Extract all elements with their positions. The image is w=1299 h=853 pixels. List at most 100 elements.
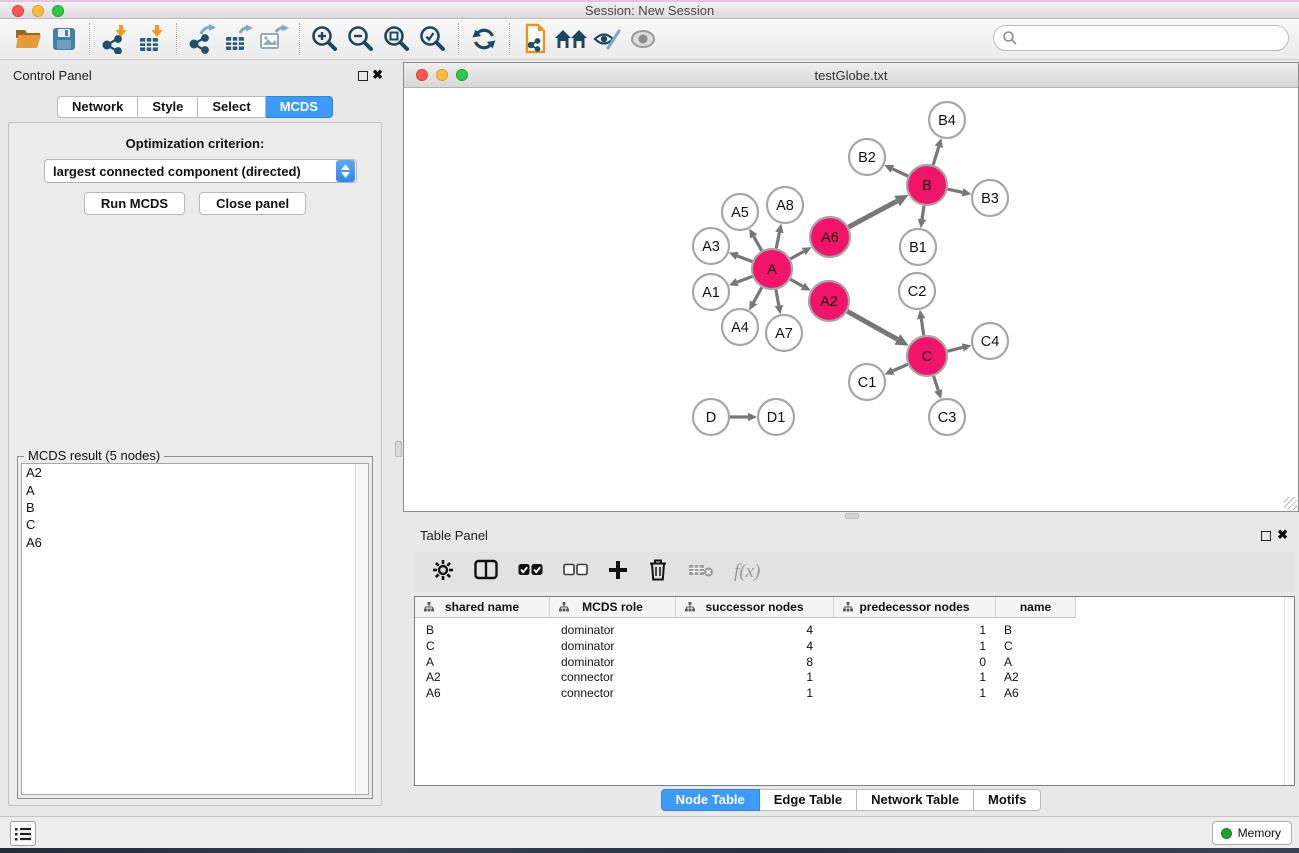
- tab-network[interactable]: Network: [57, 96, 138, 118]
- zoom-out-icon[interactable]: [343, 21, 379, 57]
- table-row[interactable]: Cdominator41C: [415, 639, 1283, 655]
- search-input[interactable]: [1018, 31, 1268, 46]
- mcds-result-item[interactable]: A: [22, 481, 368, 498]
- edge-A-A7[interactable]: [776, 290, 779, 306]
- delete-column-icon[interactable]: [648, 559, 668, 586]
- mcds-result-item[interactable]: C: [22, 516, 368, 533]
- mcds-result-item[interactable]: B: [22, 499, 368, 516]
- show-graphics-details-icon[interactable]: [625, 21, 661, 57]
- deselect-all-icon[interactable]: [563, 563, 588, 581]
- cell-name[interactable]: A: [996, 655, 1076, 671]
- zoom-selected-icon[interactable]: [415, 21, 451, 57]
- column-header-predecessor-nodes[interactable]: predecessor nodes: [834, 597, 996, 617]
- new-network-document-icon[interactable]: [517, 21, 553, 57]
- cell-name[interactable]: A2: [996, 670, 1076, 686]
- cell-successor-nodes[interactable]: 4: [676, 623, 834, 639]
- column-header-successor-nodes[interactable]: successor nodes: [676, 597, 834, 617]
- cell-predecessor-nodes[interactable]: 1: [834, 686, 996, 702]
- open-session-icon[interactable]: [10, 21, 46, 57]
- horizontal-divider-handle[interactable]: [845, 513, 859, 519]
- cell-shared-name[interactable]: A: [415, 655, 550, 671]
- criterion-select[interactable]: largest connected component (directed): [44, 159, 357, 183]
- edge-C-C2[interactable]: [921, 319, 924, 336]
- zoom-in-icon[interactable]: [307, 21, 343, 57]
- cell-name[interactable]: A6: [996, 686, 1076, 702]
- cell-successor-nodes[interactable]: 4: [676, 639, 834, 655]
- search-field[interactable]: [993, 25, 1289, 51]
- add-column-icon[interactable]: [608, 560, 628, 585]
- column-header-name[interactable]: name: [996, 597, 1076, 617]
- table-tab-network-table[interactable]: Network Table: [857, 789, 974, 811]
- edge-A-A1[interactable]: [737, 276, 752, 282]
- function-builder-icon[interactable]: f(x): [734, 561, 760, 583]
- edge-A2-C[interactable]: [847, 311, 897, 339]
- resize-grip-icon[interactable]: [1284, 497, 1297, 510]
- settings-gear-icon[interactable]: [432, 559, 454, 586]
- hide-graphics-details-icon[interactable]: [589, 21, 625, 57]
- close-panel-icon[interactable]: ✖: [372, 67, 383, 83]
- edge-C-C4[interactable]: [947, 347, 962, 351]
- cell-successor-nodes[interactable]: 1: [676, 670, 834, 686]
- import-table-icon[interactable]: [133, 21, 169, 57]
- select-all-icon[interactable]: [518, 563, 543, 581]
- cell-successor-nodes[interactable]: 1: [676, 686, 834, 702]
- cell-shared-name[interactable]: A6: [415, 686, 550, 702]
- cell-MCDS-role[interactable]: connector: [550, 670, 676, 686]
- list-scrollbar[interactable]: [355, 464, 368, 794]
- edge-B-B2[interactable]: [892, 169, 908, 176]
- refresh-icon[interactable]: [466, 21, 502, 57]
- edge-A-A4[interactable]: [754, 287, 762, 302]
- export-image-icon[interactable]: [256, 21, 292, 57]
- tab-mcds[interactable]: MCDS: [266, 96, 333, 118]
- table-row[interactable]: A2connector11A2: [415, 670, 1283, 686]
- cell-shared-name[interactable]: C: [415, 639, 550, 655]
- save-session-icon[interactable]: [46, 21, 82, 57]
- network-canvas[interactable]: AA1A2A3A4A5A6A7A8BB1B2B3B4CC1C2C3C4DD1: [404, 88, 1298, 511]
- mcds-result-list[interactable]: A2ABCA6: [21, 463, 369, 795]
- edge-A-A8[interactable]: [776, 232, 779, 248]
- table-tab-node-table[interactable]: Node Table: [661, 789, 760, 811]
- cell-name[interactable]: B: [996, 623, 1076, 639]
- mcds-result-item[interactable]: A2: [22, 464, 368, 481]
- float-panel-icon[interactable]: [358, 71, 368, 81]
- split-columns-icon[interactable]: [474, 559, 498, 585]
- cell-MCDS-role[interactable]: dominator: [550, 623, 676, 639]
- cell-MCDS-role[interactable]: connector: [550, 686, 676, 702]
- task-history-button[interactable]: [10, 821, 36, 846]
- cell-predecessor-nodes[interactable]: 1: [834, 670, 996, 686]
- cell-shared-name[interactable]: A2: [415, 670, 550, 686]
- edge-C-C1[interactable]: [893, 364, 908, 371]
- cell-successor-nodes[interactable]: 8: [676, 655, 834, 671]
- edge-B-B1[interactable]: [922, 206, 924, 220]
- edge-C-C3[interactable]: [934, 376, 939, 390]
- table-row[interactable]: Bdominator41B: [415, 623, 1283, 639]
- table-tab-motifs[interactable]: Motifs: [974, 789, 1041, 811]
- edge-A-A3[interactable]: [737, 256, 752, 262]
- export-table-icon[interactable]: [220, 21, 256, 57]
- tab-style[interactable]: Style: [138, 96, 198, 118]
- edge-B-B3[interactable]: [948, 189, 963, 192]
- table-scrollbar[interactable]: [1284, 597, 1294, 785]
- vertical-divider-handle[interactable]: [395, 441, 402, 457]
- close-table-panel-icon[interactable]: ✖: [1277, 527, 1288, 543]
- mcds-result-item[interactable]: A6: [22, 534, 368, 551]
- houses-icon[interactable]: [553, 21, 589, 57]
- edge-B-B4[interactable]: [933, 147, 939, 165]
- cell-predecessor-nodes[interactable]: 1: [834, 639, 996, 655]
- table-row[interactable]: Adominator80A: [415, 655, 1283, 671]
- table-row[interactable]: A6connector11A6: [415, 686, 1283, 702]
- cell-predecessor-nodes[interactable]: 0: [834, 655, 996, 671]
- cell-MCDS-role[interactable]: dominator: [550, 655, 676, 671]
- cell-shared-name[interactable]: B: [415, 623, 550, 639]
- cell-name[interactable]: C: [996, 639, 1076, 655]
- edge-A-A6[interactable]: [790, 251, 803, 258]
- cell-MCDS-role[interactable]: dominator: [550, 639, 676, 655]
- import-network-icon[interactable]: [97, 21, 133, 57]
- tab-select[interactable]: Select: [198, 96, 265, 118]
- close-panel-button[interactable]: Close panel: [199, 192, 306, 215]
- network-window-titlebar[interactable]: testGlobe.txt: [404, 63, 1298, 88]
- memory-button[interactable]: Memory: [1212, 821, 1292, 845]
- export-network-icon[interactable]: [184, 21, 220, 57]
- table-tab-edge-table[interactable]: Edge Table: [760, 789, 857, 811]
- edge-A-A5[interactable]: [754, 236, 762, 250]
